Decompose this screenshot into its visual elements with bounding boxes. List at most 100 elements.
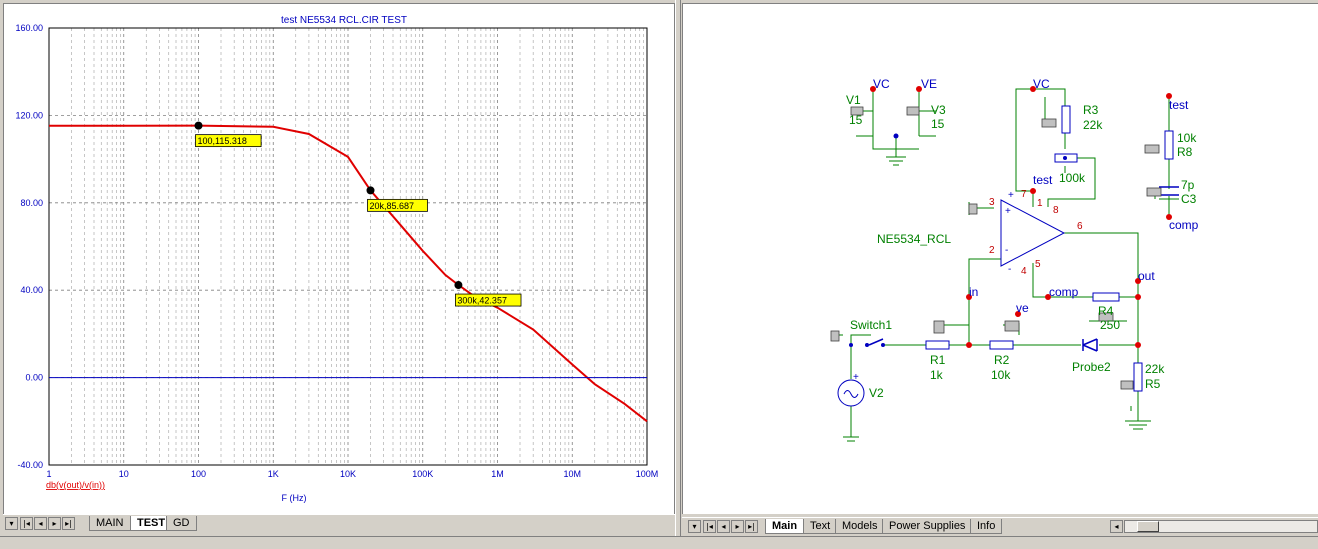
v3-name: V3 (931, 103, 946, 117)
r2-name: R2 (994, 353, 1010, 367)
test-node-label: test (1169, 98, 1189, 112)
r2-resistor (989, 340, 1014, 350)
x-tick-label: 100K (412, 469, 433, 479)
tab-power-supplies[interactable]: Power Supplies (882, 519, 973, 534)
x-tick-label: 10M (563, 469, 581, 479)
trace-legend-label[interactable]: db(v(out)/v(in)) (46, 480, 105, 490)
pot-value: 100k (1059, 171, 1086, 185)
x-tick-label: 1K (268, 469, 279, 479)
tab-text[interactable]: Text (803, 519, 838, 534)
switch-name: Switch1 (850, 318, 892, 332)
pin-4: 4 (1021, 266, 1027, 277)
x-tick-label: 100M (636, 469, 659, 479)
comp-node-label: comp (1169, 218, 1199, 232)
r2-value: 10k (991, 368, 1011, 382)
x-tick-label: 10K (340, 469, 356, 479)
data-label: 20k,85.687 (370, 201, 415, 211)
dropdown-arrow-icon[interactable]: ▾ (688, 520, 701, 533)
pin-2: 2 (989, 245, 995, 256)
comp-wire-label: comp (1049, 285, 1079, 299)
x-tick-label: 10 (119, 469, 129, 479)
y-tick-label: 160.00 (15, 23, 43, 33)
r4-resistor (1092, 292, 1120, 302)
opamp-name: NE5534_RCL (877, 232, 951, 246)
schematic-canvas: VC VE V1 15 V3 15 VC R3 22k 100k test NE… (830, 77, 1199, 442)
r5-name: R5 (1145, 377, 1161, 391)
r3-value: 22k (1083, 118, 1103, 132)
pane-splitter[interactable] (675, 0, 681, 548)
schematic-pane[interactable]: VC VE V1 15 V3 15 VC R3 22k 100k test NE… (682, 3, 1318, 514)
v1-value: 15 (849, 113, 863, 127)
next-page-icon[interactable]: ▸ (731, 520, 744, 533)
pin-8: 8 (1053, 205, 1059, 216)
r1-name: R1 (930, 353, 946, 367)
status-bar (0, 536, 1318, 549)
y-tick-label: 120.00 (15, 110, 43, 120)
y-tick-label: 80.00 (20, 198, 43, 208)
right-tab-bar: ▾ |◂ ◂ ▸ ▸| Main Text Models Power Suppl… (682, 517, 1318, 536)
r5-resistor (1133, 362, 1143, 392)
x-tick-label: 1M (491, 469, 504, 479)
next-page-icon[interactable]: ▸ (48, 517, 61, 530)
ve-node-label: ve (1016, 301, 1029, 315)
pin-7: 7 (1021, 189, 1027, 200)
v2-plus: + (853, 372, 859, 383)
data-point-marker[interactable] (454, 281, 463, 290)
x-axis-label: F (Hz) (282, 493, 307, 503)
probe-name: Probe2 (1072, 360, 1111, 374)
chart-title: test NE5534 RCL.CIR TEST (281, 15, 407, 26)
pin-5: 5 (1035, 259, 1041, 270)
tab-info[interactable]: Info (970, 519, 1003, 534)
horizontal-scrollbar[interactable] (1124, 520, 1318, 533)
r3-name: R3 (1083, 103, 1099, 117)
y-tick-label: -40.00 (17, 460, 43, 470)
tab-main[interactable]: MAIN (89, 516, 131, 531)
last-page-icon[interactable]: ▸| (745, 520, 758, 533)
tab-main[interactable]: Main (765, 519, 805, 534)
r1-value: 1k (930, 368, 944, 382)
minus-sign: - (1005, 245, 1008, 256)
x-tick-label: 1 (46, 469, 51, 479)
analysis-plot-pane[interactable]: test NE5534 RCL.CIR TEST 160.00 120.00 80.… (3, 3, 675, 515)
prev-page-icon[interactable]: ◂ (717, 520, 730, 533)
tab-gd[interactable]: GD (166, 516, 197, 531)
c3-value: 7p (1181, 178, 1195, 192)
data-point-marker[interactable] (366, 186, 375, 195)
data-label: 300k,42.357 (457, 296, 507, 306)
in-node-label: in (969, 285, 978, 299)
supply-plus: + (1008, 190, 1014, 201)
pin-1: 1 (1037, 198, 1043, 209)
pin-6: 6 (1077, 221, 1083, 232)
last-page-icon[interactable]: ▸| (62, 517, 75, 530)
left-tab-bar: ▾ |◂ ◂ ▸ ▸| MAIN TEST GD (3, 514, 675, 533)
r1-resistor (925, 340, 950, 350)
vc-r3-label: VC (1033, 77, 1050, 91)
v2-name: V2 (869, 386, 884, 400)
r4-value: 250 (1100, 318, 1120, 332)
vc-top-label: VC (873, 77, 890, 91)
first-page-icon[interactable]: |◂ (20, 517, 33, 530)
r3-resistor (1061, 105, 1071, 134)
v3-value: 15 (931, 117, 945, 131)
plus-sign: + (1005, 206, 1011, 217)
tab-models[interactable]: Models (835, 519, 885, 534)
r8-value: 10k (1177, 131, 1197, 145)
data-point-marker[interactable] (194, 121, 203, 130)
r5-value: 22k (1145, 362, 1165, 376)
out-node-label: out (1138, 269, 1155, 283)
c3-name: C3 (1181, 192, 1197, 206)
r4-name: R4 (1098, 304, 1114, 318)
r8-resistor (1164, 130, 1174, 160)
dropdown-arrow-icon[interactable]: ▾ (5, 517, 18, 530)
bode-plot: test NE5534 RCL.CIR TEST 160.00 120.00 80.… (15, 15, 659, 503)
v1-name: V1 (846, 93, 861, 107)
left-scroll-corner (643, 517, 673, 530)
first-page-icon[interactable]: |◂ (703, 520, 716, 533)
data-label: 100,115.318 (198, 136, 247, 146)
y-tick-label: 40.00 (20, 285, 43, 295)
scroll-left-icon[interactable]: ◂ (1110, 520, 1123, 533)
prev-page-icon[interactable]: ◂ (34, 517, 47, 530)
supply-minus: - (1008, 264, 1011, 275)
x-tick-label: 100 (191, 469, 206, 479)
scroll-thumb[interactable] (1137, 521, 1159, 532)
